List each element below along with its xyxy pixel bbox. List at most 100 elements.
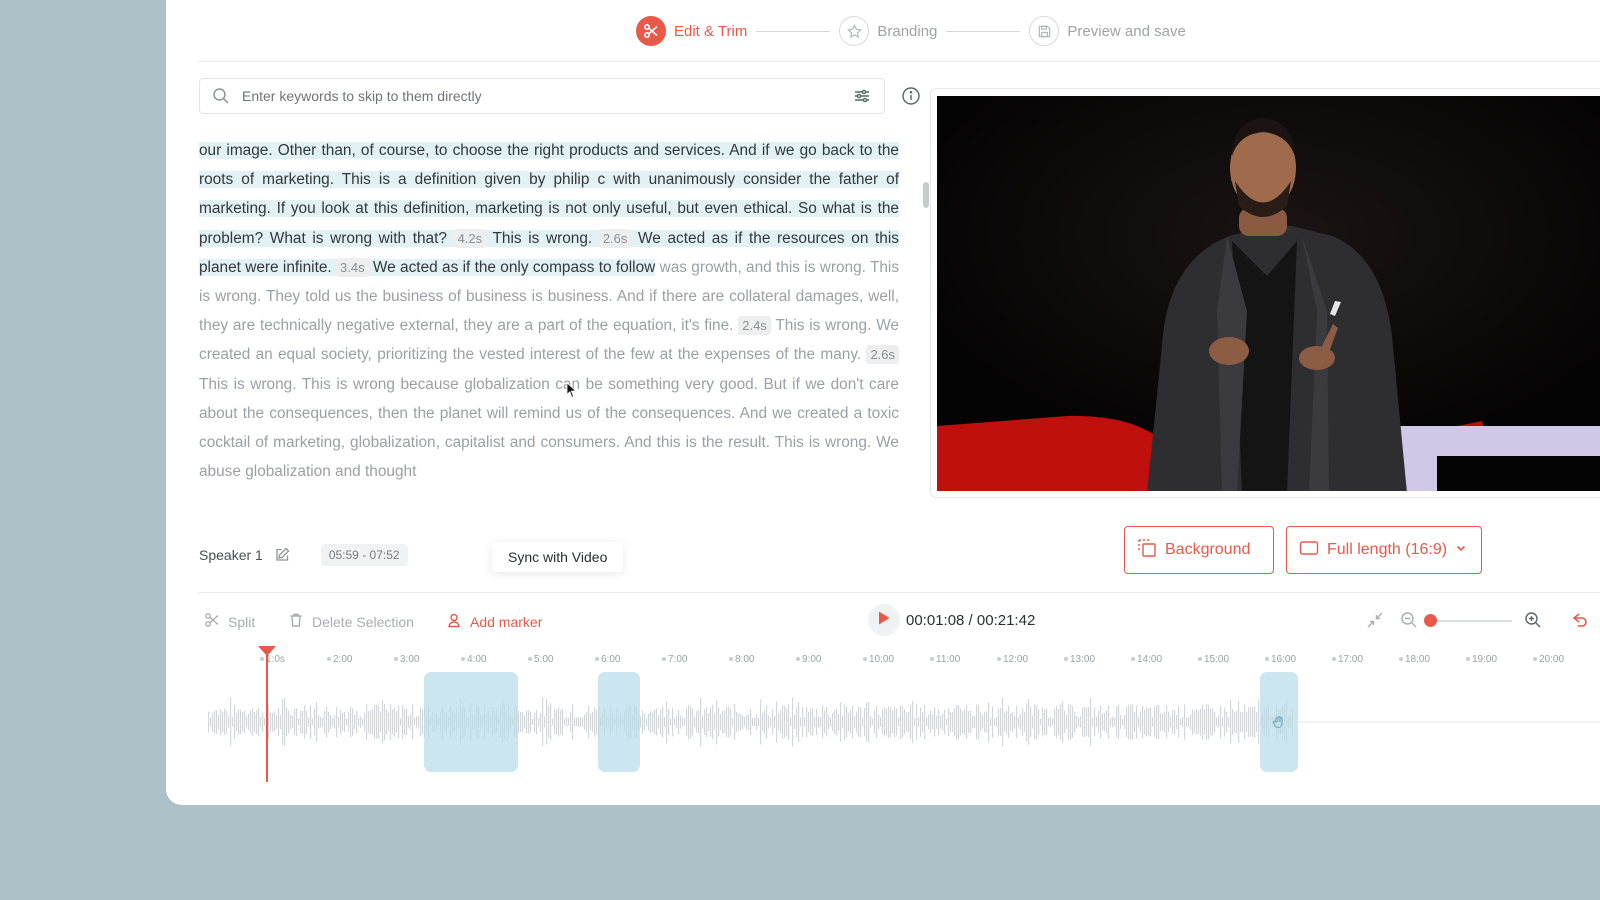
waveform-bar <box>870 716 872 728</box>
step-branding[interactable]: Branding <box>839 16 937 46</box>
waveform-bar <box>376 705 378 739</box>
waveform-bar <box>1052 718 1054 726</box>
waveform-bar <box>1040 718 1042 726</box>
sync-tooltip[interactable]: Sync with Video <box>492 542 624 572</box>
waveform-bar <box>262 712 264 732</box>
search-input[interactable] <box>242 88 852 104</box>
waveform-bar <box>1002 697 1004 747</box>
waveform-bar <box>992 706 994 738</box>
pause-badge[interactable]: 3.4s <box>336 257 369 277</box>
play-button[interactable] <box>868 604 900 636</box>
selected-segment[interactable] <box>598 672 640 772</box>
waveform-bar <box>230 697 232 747</box>
add-marker-button[interactable]: Add marker <box>446 612 542 631</box>
step-preview-save[interactable]: Preview and save <box>1029 16 1186 46</box>
pause-badge[interactable]: 2.6s <box>598 228 632 248</box>
waveform-bar <box>842 715 844 729</box>
waveform-bar <box>930 710 932 734</box>
transcript-selected[interactable]: our image. Other than, of course, to cho… <box>199 142 899 277</box>
pause-badge[interactable]: 2.6s <box>866 345 900 365</box>
undo-icon[interactable] <box>1570 610 1590 635</box>
waveform-bar <box>748 713 750 731</box>
waveform-bar <box>794 715 796 729</box>
waveform-bar <box>726 706 728 738</box>
waveform-bar <box>788 704 790 740</box>
audio-waveform[interactable] <box>206 672 1600 772</box>
waveform-bar <box>742 715 744 729</box>
waveform-bar <box>1194 711 1196 733</box>
waveform-bar <box>710 707 712 737</box>
waveform-bar <box>920 707 922 737</box>
transcript-scrollbar[interactable] <box>923 182 929 208</box>
step-label: Branding <box>877 22 938 40</box>
split-button[interactable]: Split <box>204 612 255 631</box>
waveform-bar <box>702 715 704 729</box>
waveform-bar <box>804 717 806 727</box>
timeline-tick: 19:00 <box>1466 654 1497 665</box>
waveform-bar <box>1026 703 1028 741</box>
waveform-bar <box>410 714 412 730</box>
transcript[interactable]: our image. Other than, of course, to cho… <box>199 136 899 486</box>
pause-badge[interactable]: 4.2s <box>453 228 487 248</box>
waveform-bar <box>1254 705 1256 739</box>
waveform-bar <box>1232 709 1234 735</box>
waveform-bar <box>1160 712 1162 732</box>
delete-selection-button[interactable]: Delete Selection <box>288 612 414 631</box>
selected-segment[interactable] <box>424 672 518 772</box>
background-button[interactable]: Background <box>1124 526 1274 574</box>
waveform-bar <box>1242 711 1244 733</box>
waveform-bar <box>374 705 376 739</box>
waveform-bar <box>818 715 820 729</box>
timeline-tick: 7:00 <box>662 654 687 665</box>
waveform-bar <box>326 706 328 738</box>
waveform-bar <box>1204 709 1206 735</box>
waveform-bar <box>784 706 786 738</box>
waveform-bar <box>988 702 990 742</box>
step-edit-trim[interactable]: Edit & Trim <box>636 16 747 46</box>
collapse-icon[interactable] <box>1366 611 1384 634</box>
waveform-bar <box>678 709 680 735</box>
waveform-bar <box>780 710 782 734</box>
filter-icon[interactable] <box>852 86 872 106</box>
waveform-bar <box>650 711 652 733</box>
waveform-bar <box>368 711 370 733</box>
waveform-bar <box>774 716 776 728</box>
zoom-slider-track[interactable] <box>1424 620 1512 622</box>
zoom-in-icon[interactable] <box>1524 611 1542 634</box>
playback-time: 00:01:08 / 00:21:42 <box>906 612 1036 629</box>
aspect-ratio-dropdown[interactable]: Full length (16:9) <box>1286 526 1482 574</box>
waveform-bar <box>394 707 396 737</box>
waveform-bar <box>352 708 354 736</box>
waveform-bar <box>284 698 286 746</box>
zoom-out-icon[interactable] <box>1400 611 1418 634</box>
waveform-bar <box>1080 716 1082 728</box>
aspect-ratio-icon <box>1299 540 1319 561</box>
speaker-name: Speaker 1 <box>199 547 263 563</box>
waveform-bar <box>824 710 826 734</box>
waveform-bar <box>642 710 644 734</box>
pause-badge[interactable]: 2.4s <box>738 316 771 336</box>
waveform-bar <box>666 700 668 744</box>
waveform-bar <box>300 710 302 734</box>
playhead[interactable] <box>266 646 268 782</box>
edit-icon[interactable] <box>275 546 291 565</box>
waveform-bar <box>1252 707 1254 737</box>
timeline-tick: 12:00 <box>997 654 1028 665</box>
marker-segment[interactable] <box>1260 672 1298 772</box>
waveform-bar <box>822 705 824 739</box>
waveform-bar <box>1076 715 1078 729</box>
search-bar <box>199 78 885 114</box>
waveform-bar <box>556 709 558 735</box>
waveform-bar <box>242 712 244 732</box>
video-preview[interactable] <box>930 88 1600 498</box>
zoom-slider-knob[interactable] <box>1424 614 1437 627</box>
waveform-bar <box>532 718 534 726</box>
waveform-bar <box>978 704 980 740</box>
waveform-bar <box>1038 709 1040 735</box>
waveform-bar <box>278 707 280 737</box>
waveform-bar <box>1152 716 1154 728</box>
timeline-tick: 17:00 <box>1332 654 1363 665</box>
waveform-bar <box>1054 708 1056 736</box>
split-label: Split <box>228 613 256 630</box>
info-icon[interactable] <box>901 86 921 106</box>
